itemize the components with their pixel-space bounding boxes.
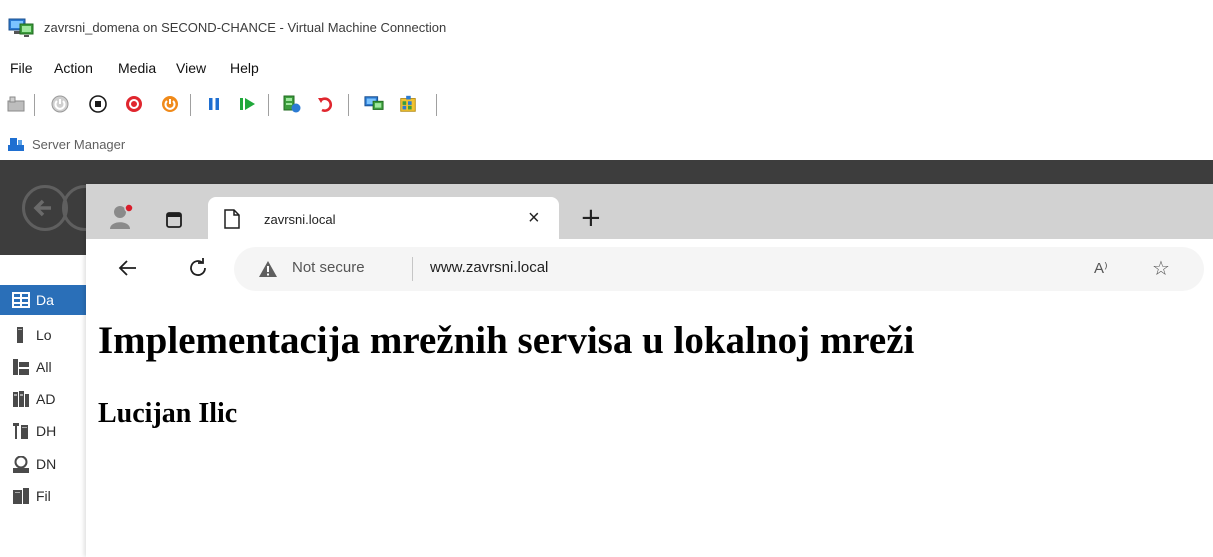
menu-view[interactable]: View [176, 60, 206, 76]
sidebar-item-all-servers[interactable]: All [0, 352, 86, 382]
warning-icon[interactable] [258, 260, 278, 278]
server-manager-sidebar: Da Lo All AD DH DN Fil [0, 255, 86, 557]
sidebar-item-label: AD [36, 391, 56, 407]
tab-strip: zavrsni.local × + [86, 184, 1213, 239]
revert-icon[interactable] [316, 94, 336, 114]
browser-window: zavrsni.local × + Not secure www.zavrsni… [86, 184, 1213, 557]
address-divider [412, 257, 413, 281]
dhcp-icon [12, 423, 28, 439]
vm-titlebar: zavrsni_domena on SECOND-CHANCE - Virtua… [0, 0, 1213, 54]
checkpoint-icon[interactable] [282, 94, 302, 114]
local-server-icon [12, 327, 28, 343]
tab-title: zavrsni.local [264, 212, 336, 227]
menu-action[interactable]: Action [54, 60, 93, 76]
sidebar-item-label: All [36, 359, 52, 375]
sidebar-item-label: DN [36, 456, 57, 472]
share-icon[interactable] [398, 94, 418, 114]
sidebar-item-ad-ds[interactable]: AD [0, 384, 86, 414]
sidebar-item-file-services[interactable]: Fil [0, 481, 86, 511]
toolbar-divider [436, 94, 437, 116]
all-servers-icon [12, 359, 29, 375]
ctrl-alt-del-icon[interactable] [6, 94, 26, 114]
sidebar-item-label: Da [36, 292, 54, 308]
server-manager-icon [8, 136, 24, 151]
favorite-star-icon[interactable]: ☆ [1152, 257, 1170, 279]
sidebar-item-label: Fil [36, 488, 51, 504]
profile-avatar-icon[interactable] [108, 202, 136, 230]
menu-file[interactable]: File [10, 60, 33, 76]
turn-off-icon[interactable] [88, 94, 108, 114]
sidebar-item-dashboard[interactable]: Da [0, 285, 86, 315]
tab-close-icon[interactable]: × [528, 208, 540, 228]
toolbar-divider [348, 94, 349, 116]
back-arrow-icon[interactable] [116, 256, 140, 280]
url-text[interactable]: www.zavrsni.local [430, 259, 548, 276]
window-title: zavrsni_domena on SECOND-CHANCE - Virtua… [44, 20, 447, 35]
read-aloud-icon[interactable]: A⁾ [1094, 259, 1108, 277]
page-viewport: Implementacija mrežnih servisa u lokalno… [86, 300, 1213, 557]
page-subheading: Lucijan Ilic [98, 398, 238, 429]
reload-icon[interactable] [186, 256, 210, 280]
vm-toolbar [0, 84, 1213, 126]
tab-zavrsni-local[interactable]: zavrsni.local × [208, 197, 559, 239]
address-bar-row: Not secure www.zavrsni.local A⁾ ☆ [86, 239, 1213, 300]
menu-media[interactable]: Media [118, 60, 156, 76]
enhanced-session-icon[interactable] [364, 94, 384, 114]
server-manager-header: Server Manager [0, 126, 1213, 160]
file-services-icon [12, 488, 29, 504]
page-icon [224, 209, 240, 229]
toolbar-divider [190, 94, 191, 116]
security-status[interactable]: Not secure [292, 259, 365, 276]
new-tab-button[interactable]: + [580, 205, 602, 231]
dashboard-icon [12, 292, 30, 308]
sidebar-item-label: Lo [36, 327, 52, 343]
start-icon[interactable] [50, 94, 70, 114]
sidebar-item-label: DH [36, 423, 57, 439]
toolbar-divider [34, 94, 35, 116]
virtual-machine-icon [8, 18, 34, 38]
vm-menubar: File Action Media View Help [0, 54, 1213, 84]
menu-help[interactable]: Help [230, 60, 259, 76]
dns-icon [12, 455, 29, 473]
address-bar[interactable]: Not secure www.zavrsni.local A⁾ ☆ [234, 247, 1204, 291]
shut-down-icon[interactable] [124, 94, 144, 114]
toolbar-divider [268, 94, 269, 116]
resume-icon[interactable] [238, 94, 258, 114]
page-heading: Implementacija mrežnih servisa u lokalno… [98, 319, 915, 362]
ad-ds-icon [12, 391, 29, 407]
sidebar-item-dns[interactable]: DN [0, 449, 86, 479]
sidebar-item-local-server[interactable]: Lo [0, 320, 86, 350]
pause-icon[interactable] [204, 94, 224, 114]
sidebar-item-dhcp[interactable]: DH [0, 416, 86, 446]
server-manager-title: Server Manager [32, 137, 126, 152]
save-icon[interactable] [160, 94, 180, 114]
tab-actions-icon[interactable] [164, 210, 184, 230]
